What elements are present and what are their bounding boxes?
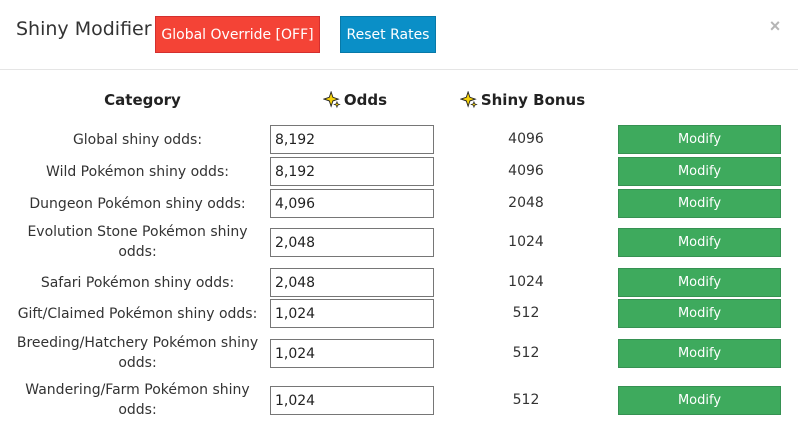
modify-button[interactable]: Modify bbox=[618, 125, 781, 154]
close-icon[interactable]: × bbox=[767, 16, 783, 36]
row-label: Breeding/Hatchery Pokémon shiny odds: bbox=[16, 335, 259, 371]
shiny-bonus-value: 1024 bbox=[508, 234, 544, 250]
reset-rates-button[interactable]: Reset Rates bbox=[340, 16, 436, 53]
odds-input[interactable] bbox=[270, 157, 434, 186]
shiny-bonus-value: 4096 bbox=[508, 131, 544, 147]
row-label: Dungeon Pokémon shiny odds: bbox=[29, 195, 246, 212]
sparkle-icon bbox=[322, 91, 341, 109]
odds-input[interactable] bbox=[270, 268, 434, 297]
odds-input[interactable] bbox=[270, 189, 434, 218]
column-header-category: Category bbox=[60, 90, 225, 110]
odds-input[interactable] bbox=[270, 228, 434, 257]
modify-button[interactable]: Modify bbox=[618, 268, 781, 297]
row-label: Evolution Stone Pokémon shiny odds: bbox=[27, 224, 248, 260]
modify-button[interactable]: Modify bbox=[618, 299, 781, 328]
modify-button[interactable]: Modify bbox=[618, 339, 781, 368]
shiny-bonus-value: 4096 bbox=[508, 163, 544, 179]
odds-input[interactable] bbox=[270, 299, 434, 328]
table-row: Breeding/Hatchery Pokémon shiny odds: 51… bbox=[0, 333, 798, 373]
shiny-bonus-value: 512 bbox=[512, 305, 540, 321]
sparkle-icon bbox=[459, 91, 478, 109]
row-label: Safari Pokémon shiny odds: bbox=[40, 274, 235, 291]
table-row: Gift/Claimed Pokémon shiny odds: 512 Mod… bbox=[0, 299, 798, 328]
table-row: Evolution Stone Pokémon shiny odds: 1024… bbox=[0, 222, 798, 262]
column-header-shiny-bonus: Shiny Bonus bbox=[440, 90, 605, 110]
modify-button[interactable]: Modify bbox=[618, 157, 781, 186]
odds-input[interactable] bbox=[270, 386, 434, 415]
odds-input[interactable] bbox=[270, 125, 434, 154]
table-row: Dungeon Pokémon shiny odds: 2048 Modify bbox=[0, 189, 798, 218]
shiny-bonus-value: 1024 bbox=[508, 274, 544, 290]
row-label: Wild Pokémon shiny odds: bbox=[46, 163, 229, 180]
modal-header: Shiny Modifier Global Override [OFF] Res… bbox=[0, 0, 798, 70]
row-label: Gift/Claimed Pokémon shiny odds: bbox=[17, 305, 258, 322]
table-row: Wandering/Farm Pokémon shiny odds: 512 M… bbox=[0, 380, 798, 420]
modify-button[interactable]: Modify bbox=[618, 189, 781, 218]
modify-button[interactable]: Modify bbox=[618, 228, 781, 257]
column-header-category-label: Category bbox=[104, 91, 181, 109]
shiny-modifier-modal: Shiny Modifier Global Override [OFF] Res… bbox=[0, 0, 798, 441]
row-label: Wandering/Farm Pokémon shiny odds: bbox=[25, 382, 250, 418]
table-row: Global shiny odds: 4096 Modify bbox=[0, 125, 798, 154]
shiny-bonus-value: 512 bbox=[512, 392, 540, 408]
row-label: Global shiny odds: bbox=[72, 131, 203, 148]
modal-title: Shiny Modifier bbox=[16, 18, 152, 40]
column-header-odds-label: Odds bbox=[343, 91, 388, 109]
column-header-bonus-label: Shiny Bonus bbox=[480, 91, 586, 109]
shiny-bonus-value: 512 bbox=[512, 345, 540, 361]
table-row: Safari Pokémon shiny odds: 1024 Modify bbox=[0, 268, 798, 297]
global-override-button[interactable]: Global Override [OFF] bbox=[155, 16, 320, 53]
odds-input[interactable] bbox=[270, 339, 434, 368]
shiny-bonus-value: 2048 bbox=[508, 195, 544, 211]
modify-button[interactable]: Modify bbox=[618, 386, 781, 415]
column-header-odds: Odds bbox=[300, 90, 410, 110]
table-row: Wild Pokémon shiny odds: 4096 Modify bbox=[0, 157, 798, 186]
